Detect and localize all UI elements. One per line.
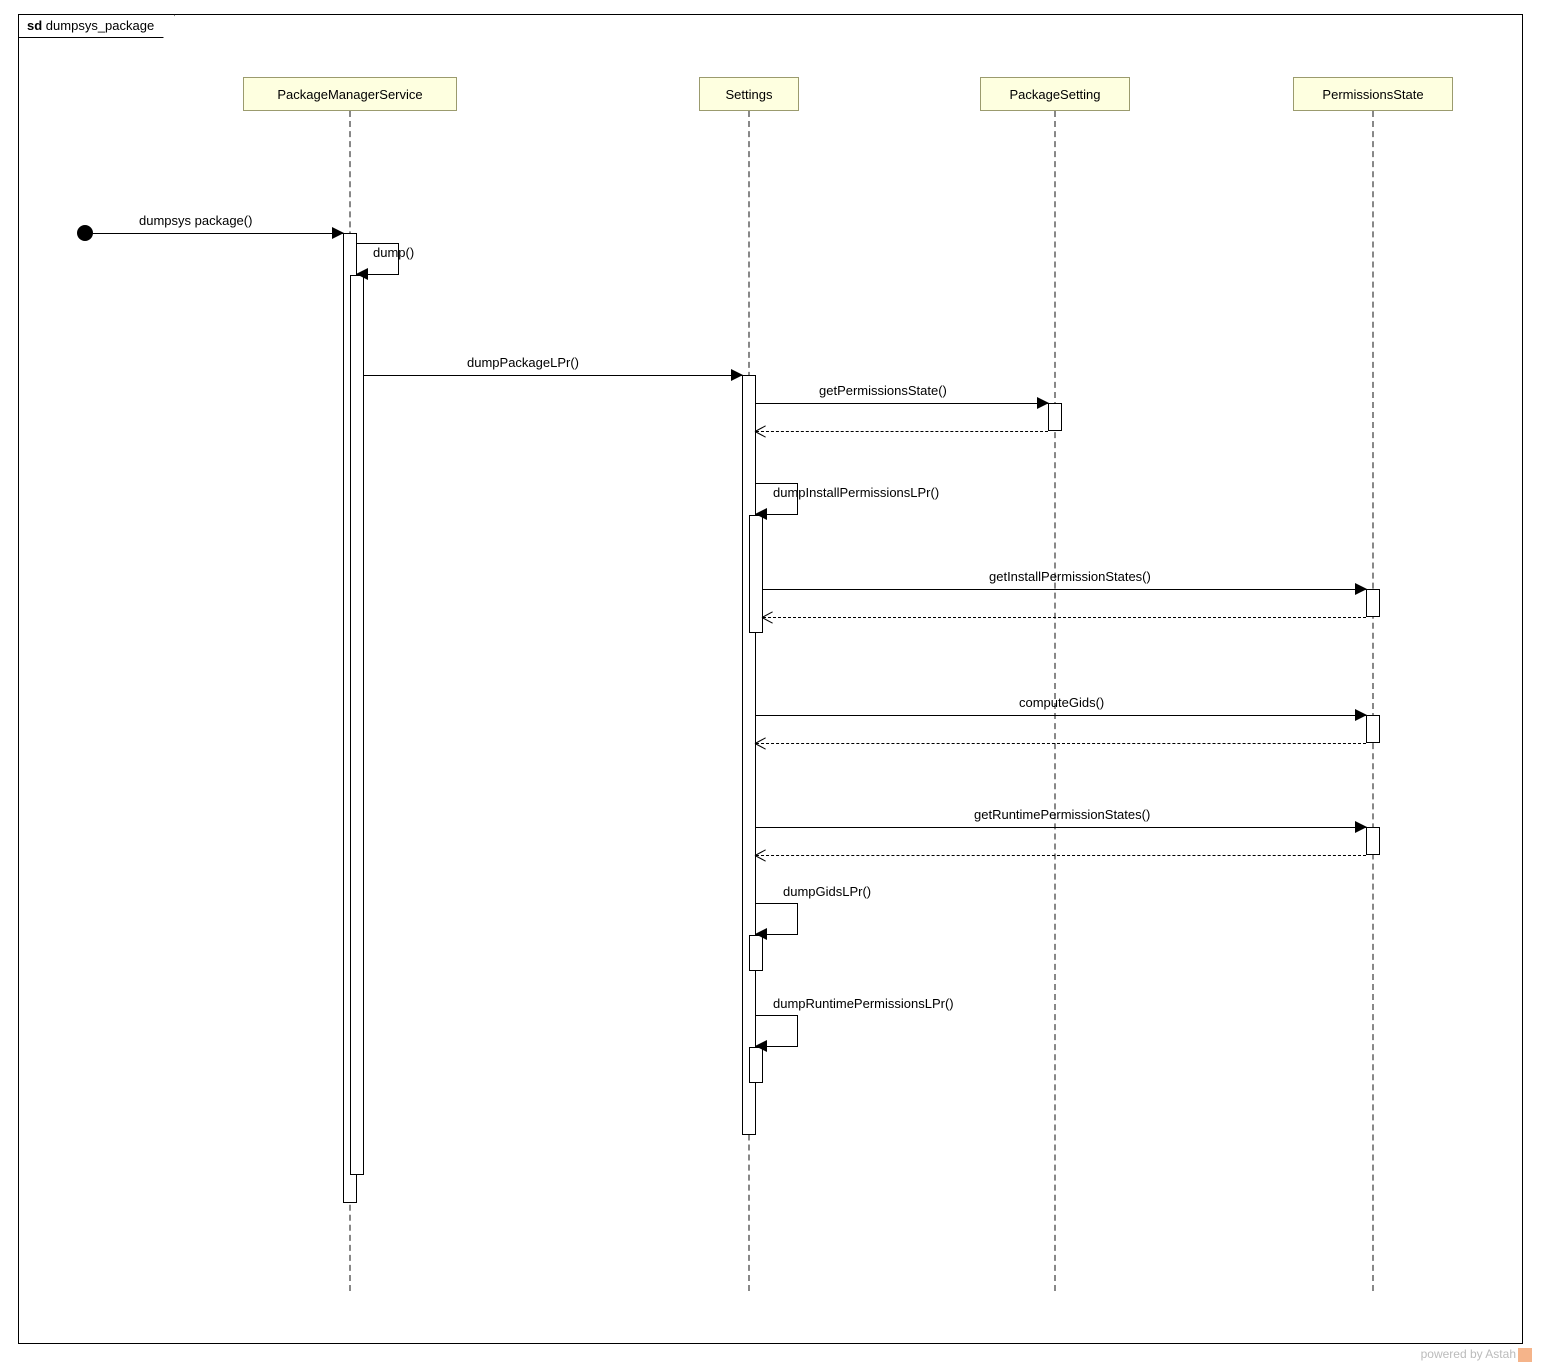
message-label-dumpInstallPermissionsLPr: dumpInstallPermissionsLPr() [773,485,939,500]
return-getInstallPermissionStates [763,617,1366,618]
lifeline-label: PackageManagerService [277,87,422,102]
sequence-frame: sd dumpsys_package PackageManagerService… [18,14,1523,1344]
activation-permstate-3 [1366,827,1380,855]
arrowhead-icon [755,928,767,940]
lifeline-head-pkgsetting: PackageSetting [980,77,1130,111]
arrowhead-icon [755,1040,767,1052]
line [756,431,1048,432]
message-label-dumpPackageLPr: dumpPackageLPr() [467,355,579,370]
message-label-getRuntimePermissionStates: getRuntimePermissionStates() [974,807,1150,822]
line [763,617,1366,618]
line [756,827,1366,828]
message-label-computeGids: computeGids() [1019,695,1104,710]
return-getPermissionsState [756,431,1048,432]
message-label-dumpRuntimePermissionsLPr: dumpRuntimePermissionsLPr() [773,996,954,1011]
message-getInstallPermissionStates [763,589,1366,590]
activation-settings-dumpInstall [749,515,763,633]
diagram-canvas: sd dumpsys_package PackageManagerService… [0,0,1542,1370]
arrowhead-icon [755,508,767,520]
line [756,403,1048,404]
astah-logo-icon [1518,1348,1532,1362]
lifeline-line-permstate [1372,111,1374,1291]
activation-settings-dumpRuntime [749,1047,763,1083]
message-getRuntimePermissionStates [756,827,1366,828]
lifeline-head-settings: Settings [699,77,799,111]
frame-name: dumpsys_package [46,18,154,33]
activation-settings-dumpGids [749,935,763,971]
frame-prefix: sd [27,18,42,33]
arrowhead-icon [755,425,767,437]
self-call-dumpRuntimePermissionsLPr [756,1015,798,1047]
arrowhead-icon [356,268,368,280]
return-getRuntimePermissionStates [756,855,1366,856]
line [364,375,742,376]
line [93,233,343,234]
arrowhead-icon [755,849,767,861]
message-label-getPermissionsState: getPermissionsState() [819,383,947,398]
lifeline-label: PackageSetting [1009,87,1100,102]
activation-permstate-1 [1366,589,1380,617]
activation-permstate-2 [1366,715,1380,743]
lifeline-head-permstate: PermissionsState [1293,77,1453,111]
watermark-text: powered by Astah [1421,1347,1516,1361]
line [756,855,1366,856]
found-message-start [77,225,93,241]
lifeline-label: PermissionsState [1322,87,1423,102]
return-computeGids [756,743,1366,744]
line [763,589,1366,590]
activation-pkgsetting [1048,403,1062,431]
self-call-dumpGidsLPr [756,903,798,935]
activation-pms-inner [350,275,364,1175]
message-computeGids [756,715,1366,716]
frame-label: sd dumpsys_package [18,14,175,38]
message-dumpPackageLPr [364,375,742,376]
line [756,715,1366,716]
message-label-dump: dump() [373,245,414,260]
message-label-dumpGidsLPr: dumpGidsLPr() [783,884,871,899]
activation-settings-outer [742,375,756,1135]
arrowhead-icon [762,611,774,623]
message-getPermissionsState [756,403,1048,404]
lifeline-head-pms: PackageManagerService [243,77,457,111]
message-label-getInstallPermissionStates: getInstallPermissionStates() [989,569,1151,584]
arrowhead-icon [755,737,767,749]
message-label-found: dumpsys package() [139,213,252,228]
watermark: powered by Astah [1421,1347,1532,1362]
lifeline-label: Settings [726,87,773,102]
line [756,743,1366,744]
message-found [93,233,343,234]
